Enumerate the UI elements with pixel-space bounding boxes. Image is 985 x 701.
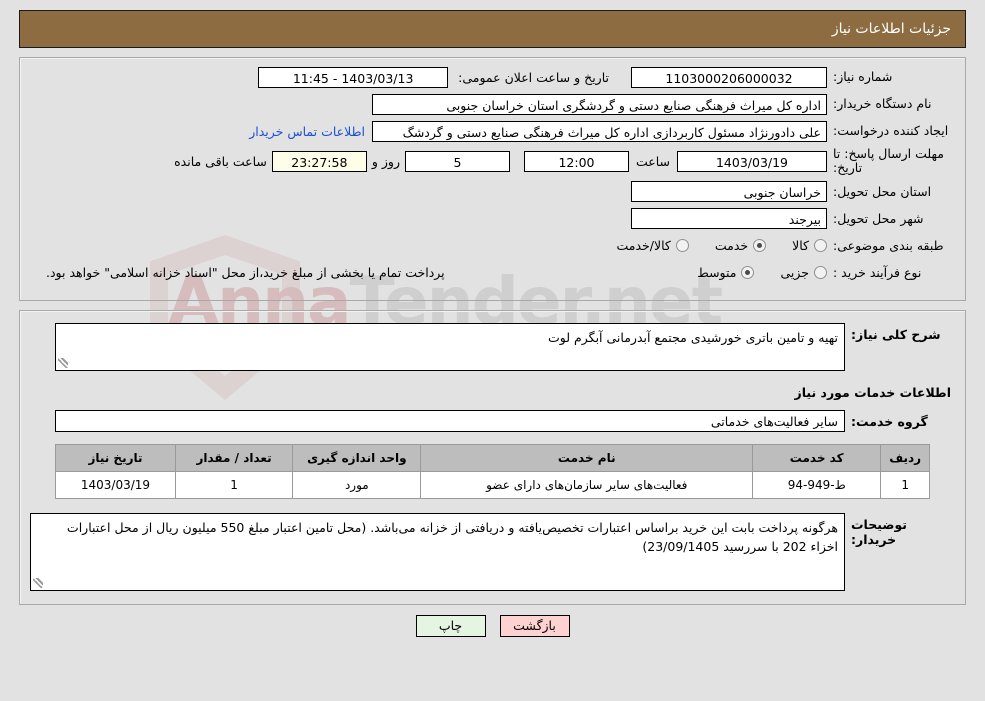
service-group-label: گروه خدمت: xyxy=(851,413,928,429)
radio-icon-khedmat[interactable] xyxy=(753,239,767,253)
service-group-field[interactable]: سایر فعالیت‌های خدماتی xyxy=(55,410,845,432)
th-qty: تعداد / مقدار xyxy=(174,444,294,472)
th-code: کد خدمت xyxy=(752,444,882,472)
radio-icon-kala[interactable] xyxy=(814,239,827,253)
row-city: شهر محل تحویل: بیرجند xyxy=(30,208,955,230)
th-name: نام خدمت xyxy=(420,444,754,472)
process-option-jozei-label: جزیی xyxy=(780,265,809,281)
print-button[interactable]: چاپ xyxy=(415,615,486,637)
announce-datetime-label: تاریخ و ساعت اعلان عمومی: xyxy=(458,69,609,85)
cell-unit: مورد xyxy=(292,471,422,499)
row-deadline: مهلت ارسال پاسخ: تا تاریخ: 1403/03/19 سا… xyxy=(30,146,955,176)
deadline-hour-field[interactable]: 12:00 xyxy=(523,150,629,172)
back-button[interactable]: بازگشت xyxy=(499,615,570,637)
radio-icon-kala-khedmat[interactable] xyxy=(675,239,689,253)
services-section-title: اطلاعات خدمات مورد نیاز xyxy=(794,385,952,400)
need-summary-panel: شماره نیاز: 1103000206000032 تاریخ و ساع… xyxy=(19,57,966,301)
process-option-motavaset[interactable]: متوسط xyxy=(697,265,755,281)
need-number-label: شماره نیاز: xyxy=(833,69,893,85)
table-header-row: ردیف کد خدمت نام خدمت واحد اندازه گیری ت… xyxy=(55,444,930,472)
row-process-type: نوع فرآیند خرید : جزیی متوسط پرداخت تمام… xyxy=(30,262,955,284)
row-province: استان محل تحویل: خراسان جنوبی xyxy=(30,181,955,203)
cell-date: 1403/03/19 xyxy=(55,471,176,499)
buyer-org-field[interactable]: اداره کل میراث فرهنگی صنایع دستی و گردشگ… xyxy=(372,93,827,115)
th-radif: ردیف xyxy=(880,444,930,472)
process-option-motavaset-label: متوسط xyxy=(697,265,737,281)
countdown-timer-field: 23:27:58 xyxy=(271,150,367,172)
buyer-notes-label: توضیحات خریدار: xyxy=(851,517,907,547)
cell-code: ط-949-94 xyxy=(752,471,882,499)
city-field[interactable]: بیرجند xyxy=(631,208,827,230)
process-type-label: نوع فرآیند خرید : xyxy=(833,264,922,280)
row-category: طبقه بندی موضوعی: کالا خدمت کالا/خدمت xyxy=(30,235,955,257)
countdown-label: ساعت باقی مانده xyxy=(174,153,267,169)
radio-icon-motavaset[interactable] xyxy=(741,266,755,280)
requester-label: ایجاد کننده درخواست: xyxy=(833,123,949,139)
page-root: جزئیات اطلاعات نیاز شماره نیاز: 11030002… xyxy=(0,10,985,637)
category-option-kala-label: کالا xyxy=(792,238,809,254)
need-desc-textarea[interactable]: تهیه و تامین باتری خورشیدی مجتمع آبدرمان… xyxy=(55,323,845,371)
city-label: شهر محل تحویل: xyxy=(833,210,924,226)
page-title: جزئیات اطلاعات نیاز xyxy=(831,21,951,37)
th-date: تاریخ نیاز xyxy=(55,444,176,472)
category-option-khedmat[interactable]: خدمت xyxy=(714,238,767,254)
remaining-days-label: روز و xyxy=(371,153,400,169)
province-field[interactable]: خراسان جنوبی xyxy=(631,181,827,203)
th-unit: واحد اندازه گیری xyxy=(292,444,422,472)
province-label: استان محل تحویل: xyxy=(833,183,932,199)
announce-datetime-field[interactable]: 1403/03/13 - 11:45 xyxy=(258,66,449,88)
buyer-notes-textarea[interactable]: هرگونه پرداخت بابت این خرید براساس اعتبا… xyxy=(30,513,845,591)
need-desc-label: شرح کلی نیاز: xyxy=(851,327,941,342)
row-buyer-org: نام دستگاه خریدار: اداره کل میراث فرهنگی… xyxy=(30,93,955,115)
deadline-date-field[interactable]: 1403/03/19 xyxy=(677,150,827,172)
category-option-kala-khedmat[interactable]: کالا/خدمت xyxy=(616,238,689,254)
row-requester: ایجاد کننده درخواست: علی دادورنژاد مسئول… xyxy=(30,120,955,142)
row-buyer-notes: توضیحات خریدار: هرگونه پرداخت بابت این خ… xyxy=(30,499,955,591)
deadline-hour-label: ساعت xyxy=(635,153,670,169)
deadline-label: مهلت ارسال پاسخ: تا تاریخ: xyxy=(833,146,944,176)
process-option-jozei[interactable]: جزیی xyxy=(780,265,827,280)
category-option-khedmat-label: خدمت xyxy=(714,238,749,254)
category-option-kala-khedmat-label: کالا/خدمت xyxy=(616,238,671,254)
row-need-description: شرح کلی نیاز: تهیه و تامین باتری خورشیدی… xyxy=(30,323,955,371)
requester-field[interactable]: علی دادورنژاد مسئول کاربردازی اداره کل م… xyxy=(372,120,827,142)
cell-name: فعالیت‌های سایر سازمان‌های دارای عضو xyxy=(420,471,754,499)
need-number-field[interactable]: 1103000206000032 xyxy=(631,66,827,88)
cell-qty: 1 xyxy=(174,471,294,499)
footer-actions: بازگشت چاپ xyxy=(0,615,985,637)
process-type-note: پرداخت تمام یا بخشی از مبلغ خرید،از محل … xyxy=(46,265,445,281)
row-service-group: گروه خدمت: سایر فعالیت‌های خدماتی xyxy=(30,410,955,444)
category-label: طبقه بندی موضوعی: xyxy=(833,237,944,253)
table-row: 1 ط-949-94 فعالیت‌های سایر سازمان‌های دا… xyxy=(55,471,930,499)
buyer-org-label: نام دستگاه خریدار: xyxy=(833,96,932,112)
cell-radif: 1 xyxy=(880,471,930,499)
need-details-panel: شرح کلی نیاز: تهیه و تامین باتری خورشیدی… xyxy=(19,310,966,605)
row-need-number: شماره نیاز: 1103000206000032 تاریخ و ساع… xyxy=(30,66,955,88)
page-title-bar: جزئیات اطلاعات نیاز xyxy=(19,10,966,48)
remaining-days-field[interactable]: 5 xyxy=(404,150,510,172)
items-table-wrap: ردیف کد خدمت نام خدمت واحد اندازه گیری ت… xyxy=(30,444,955,499)
items-table: ردیف کد خدمت نام خدمت واحد اندازه گیری ت… xyxy=(55,444,930,499)
radio-icon-jozei[interactable] xyxy=(814,266,827,280)
buyer-contact-link[interactable]: اطلاعات تماس خریدار xyxy=(249,124,372,139)
category-option-kala[interactable]: کالا xyxy=(792,238,827,253)
